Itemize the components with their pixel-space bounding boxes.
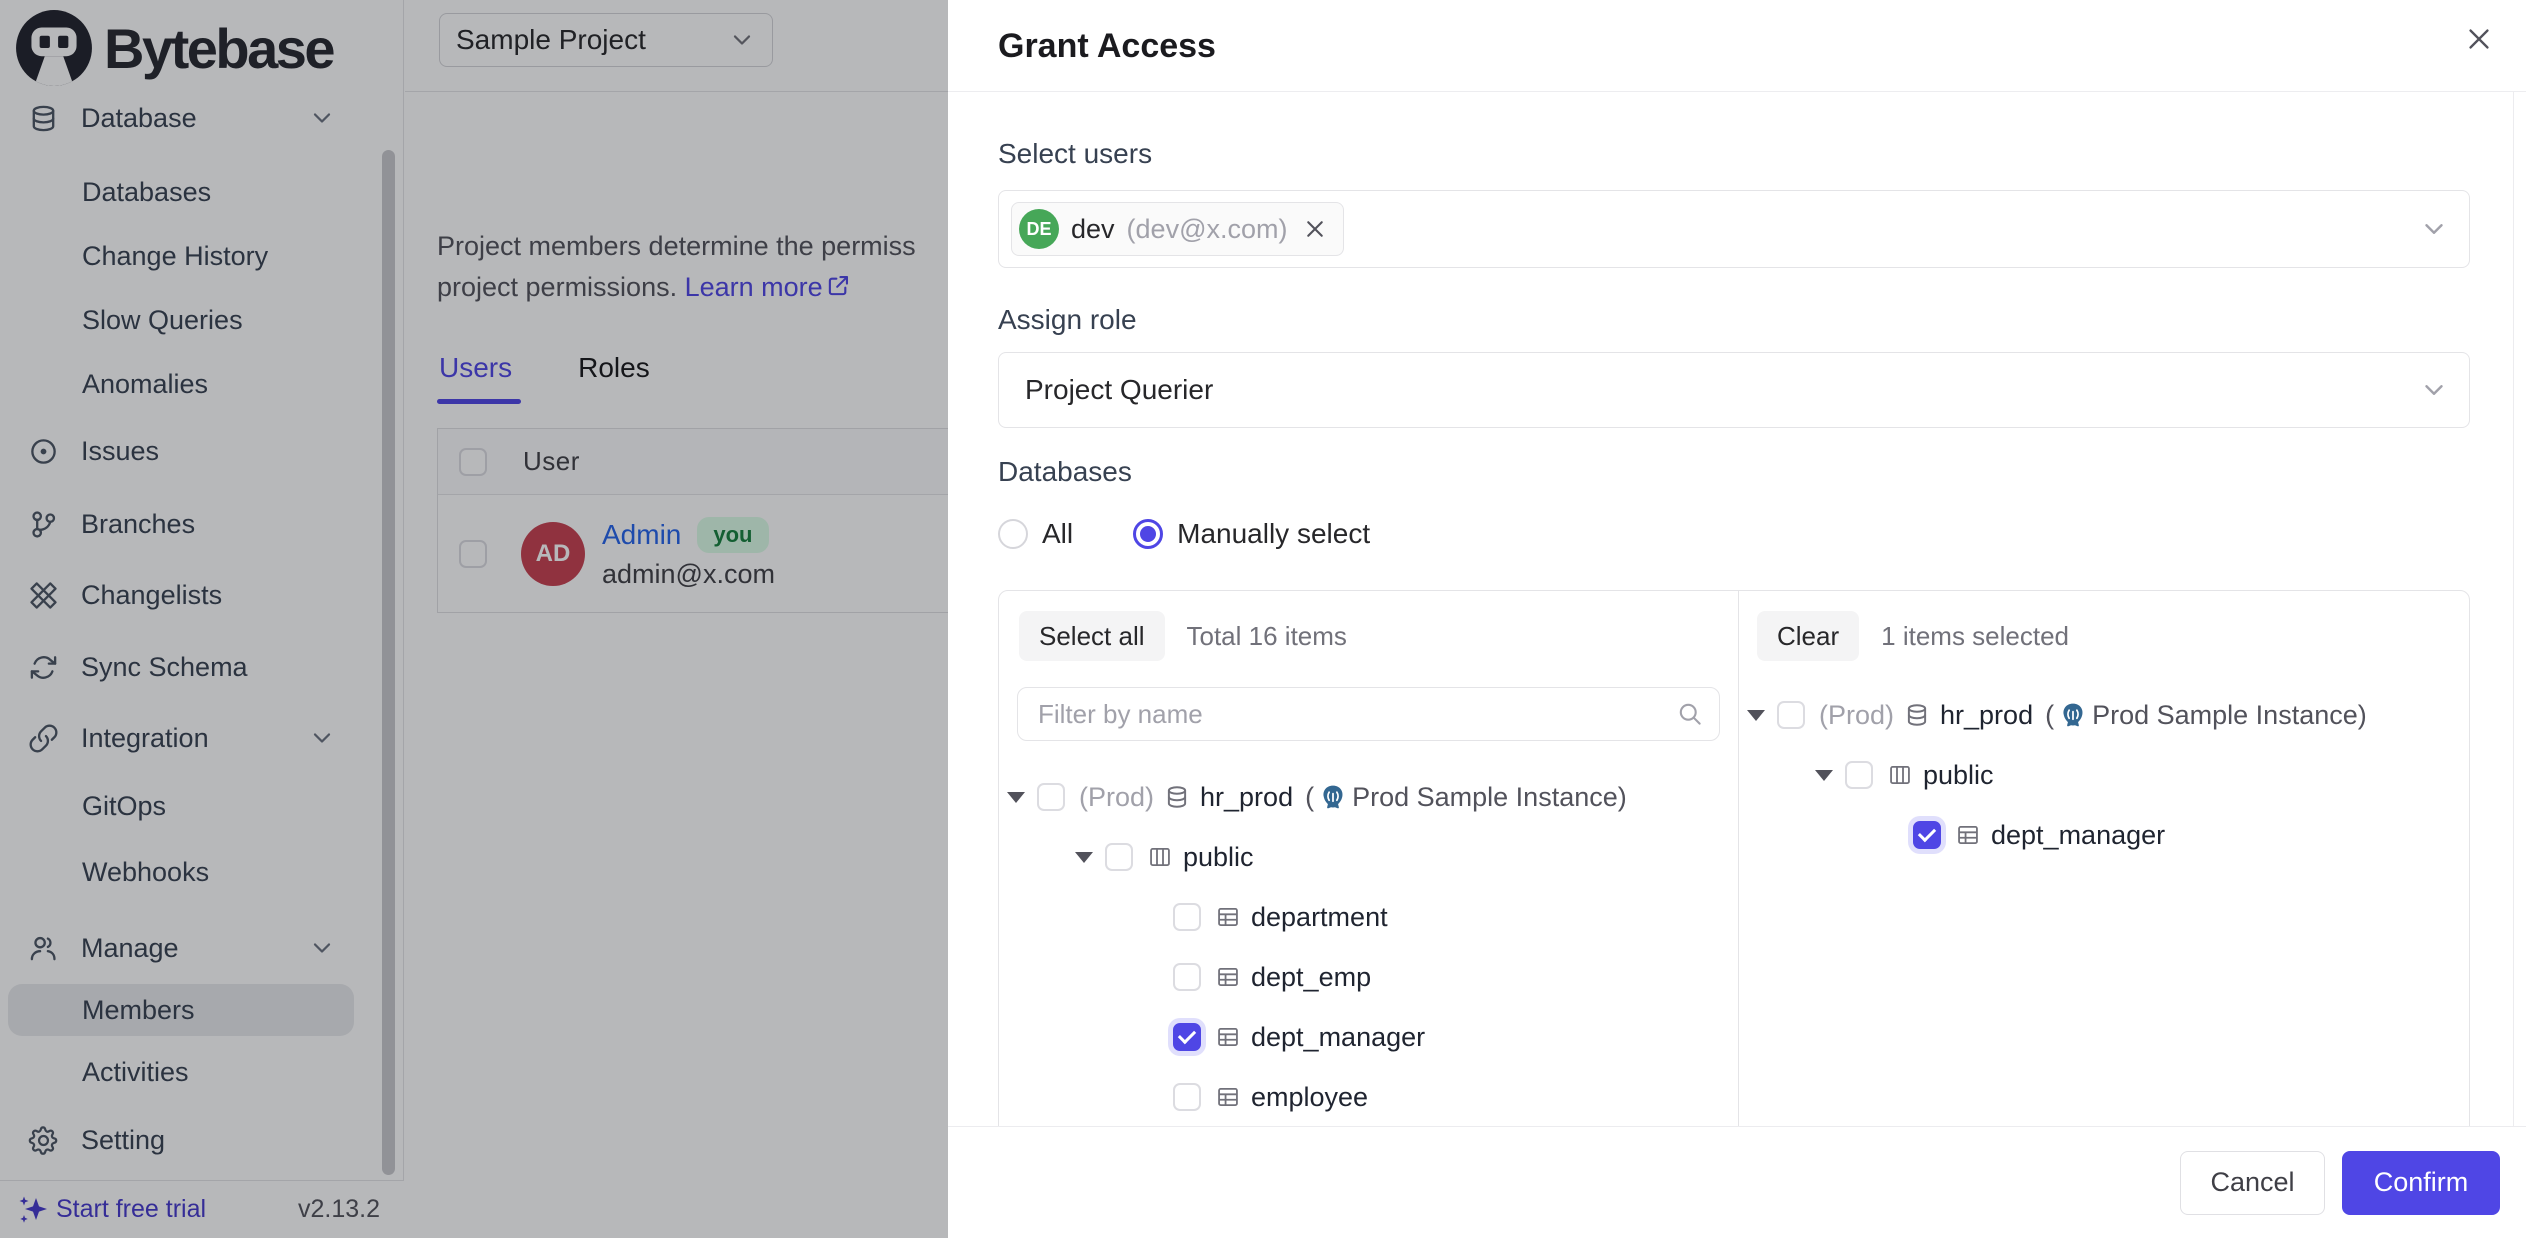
node-name: public <box>1183 842 1254 873</box>
radio-icon <box>998 519 1028 549</box>
close-icon[interactable] <box>2464 24 2494 54</box>
environment-tag: (Prod) <box>1819 700 1894 731</box>
schema-icon <box>1887 762 1913 788</box>
filter-field <box>1017 687 1720 741</box>
database-icon <box>1904 702 1930 728</box>
avatar: DE <box>1019 209 1059 249</box>
select-users-input[interactable]: DE dev (dev@x.com) <box>998 190 2470 268</box>
table-icon <box>1215 904 1241 930</box>
role-value: Project Querier <box>1025 374 1213 406</box>
expand-toggle-icon[interactable] <box>1747 709 1763 721</box>
chevron-down-icon <box>2419 214 2449 244</box>
cancel-button[interactable]: Cancel <box>2180 1151 2325 1215</box>
grant-access-modal: Grant Access Select users DE dev (dev@x.… <box>948 0 2526 1238</box>
source-summary: Total 16 items <box>1187 621 1347 652</box>
tree-node-dept-manager[interactable]: dept_manager <box>999 1007 1738 1067</box>
postgresql-icon <box>1319 783 1347 811</box>
select-all-button[interactable]: Select all <box>1019 611 1165 661</box>
radio-selected-icon <box>1133 519 1163 549</box>
tree-node-dept-manager[interactable]: dept_manager <box>1739 805 2469 865</box>
chip-user-email: (dev@x.com) <box>1127 214 1288 245</box>
modal-footer: Cancel Confirm <box>948 1126 2526 1238</box>
select-users-label: Select users <box>998 138 1152 170</box>
node-name: dept_manager <box>1251 1022 1425 1053</box>
modal-header: Grant Access <box>948 0 2526 92</box>
tree-node-dept-emp[interactable]: dept_emp <box>999 947 1738 1007</box>
table-icon <box>1955 822 1981 848</box>
checkbox[interactable] <box>1173 1083 1201 1111</box>
node-name: department <box>1251 902 1388 933</box>
tree-node-department[interactable]: department <box>999 887 1738 947</box>
checkbox[interactable] <box>1845 761 1873 789</box>
database-transfer-panel: Select all Total 16 items (Prod)hr_prod(… <box>998 590 2470 1190</box>
target-summary: 1 items selected <box>1881 621 2069 652</box>
assign-role-label: Assign role <box>998 304 1137 336</box>
node-name: dept_emp <box>1251 962 1371 993</box>
modal-scrollbar-track[interactable] <box>2513 92 2526 1238</box>
expand-toggle-icon[interactable] <box>1075 851 1091 863</box>
search-icon <box>1676 700 1704 728</box>
source-panel: Select all Total 16 items (Prod)hr_prod(… <box>999 591 1738 1189</box>
toggle-spacer <box>1883 829 1899 841</box>
database-icon <box>1164 784 1190 810</box>
expand-toggle-icon[interactable] <box>1007 791 1023 803</box>
node-name: dept_manager <box>1991 820 2165 851</box>
screen: Bytebase DatabaseDatabasesChange History… <box>0 0 2526 1238</box>
tree-node-employee[interactable]: employee <box>999 1067 1738 1127</box>
toggle-spacer <box>1143 1091 1159 1103</box>
checkbox[interactable] <box>1777 701 1805 729</box>
filter-input[interactable] <box>1017 687 1720 741</box>
expand-toggle-icon[interactable] <box>1815 769 1831 781</box>
checkbox[interactable] <box>1173 903 1201 931</box>
tree-node-hr-prod[interactable]: (Prod) hr_prod (Prod Sample Instance) <box>1739 685 2469 745</box>
instance-info: (Prod Sample Instance) <box>2045 700 2367 731</box>
chip-user-name: dev <box>1071 214 1115 245</box>
table-icon <box>1215 1084 1241 1110</box>
tree-node-public[interactable]: public <box>999 827 1738 887</box>
checkbox-checked[interactable] <box>1173 1023 1201 1051</box>
tree-node-public[interactable]: public <box>1739 745 2469 805</box>
chevron-down-icon <box>2419 375 2449 405</box>
node-name: hr_prod <box>1940 700 2033 731</box>
toggle-spacer <box>1143 1031 1159 1043</box>
radio-all[interactable]: All <box>998 518 1073 550</box>
instance-info: (Prod Sample Instance) <box>1305 782 1627 813</box>
target-tree: (Prod) hr_prod (Prod Sample Instance) publi… <box>1739 685 2469 865</box>
selected-user-chip: DE dev (dev@x.com) <box>1011 202 1344 256</box>
assign-role-select[interactable]: Project Querier <box>998 352 2470 428</box>
toggle-spacer <box>1143 911 1159 923</box>
tree-node-hr-prod[interactable]: (Prod) hr_prod (Prod Sample Instance) <box>999 767 1738 827</box>
postgresql-icon <box>2059 701 2087 729</box>
instance-name: Prod Sample Instance) <box>2092 700 2367 731</box>
source-tree: (Prod) hr_prod (Prod Sample Instance) publi… <box>999 767 1738 1127</box>
checkbox-checked[interactable] <box>1913 821 1941 849</box>
checkbox[interactable] <box>1105 843 1133 871</box>
node-name: hr_prod <box>1200 782 1293 813</box>
target-panel: Clear 1 items selected (Prod)hr_prod(Pro… <box>1739 591 2469 1189</box>
database-scope-radios: All Manually select <box>998 518 1370 550</box>
databases-label: Databases <box>998 456 1132 488</box>
table-icon <box>1215 964 1241 990</box>
confirm-button[interactable]: Confirm <box>2342 1151 2500 1215</box>
clear-button[interactable]: Clear <box>1757 611 1859 661</box>
modal-title: Grant Access <box>998 0 1216 92</box>
radio-all-label: All <box>1042 518 1073 550</box>
radio-manually-select[interactable]: Manually select <box>1133 518 1370 550</box>
toggle-spacer <box>1143 971 1159 983</box>
table-icon <box>1215 1024 1241 1050</box>
radio-manual-label: Manually select <box>1177 518 1370 550</box>
schema-icon <box>1147 844 1173 870</box>
node-name: public <box>1923 760 1994 791</box>
environment-tag: (Prod) <box>1079 782 1154 813</box>
checkbox[interactable] <box>1173 963 1201 991</box>
node-name: employee <box>1251 1082 1368 1113</box>
remove-user-icon[interactable] <box>1303 217 1327 241</box>
checkbox[interactable] <box>1037 783 1065 811</box>
instance-name: Prod Sample Instance) <box>1352 782 1627 813</box>
